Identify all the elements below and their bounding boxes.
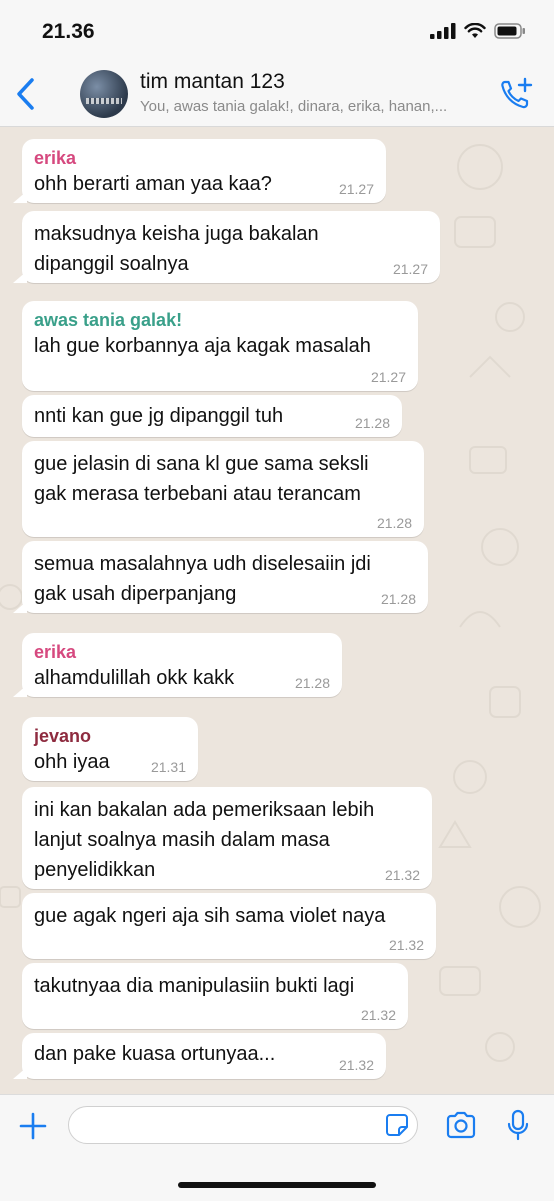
wifi-icon xyxy=(464,23,486,38)
message-input[interactable] xyxy=(68,1106,418,1144)
message-text: gue agak ngeri aja sih sama violet naya xyxy=(34,905,386,927)
chat-header: tim mantan 123 You, awas tania galak!, d… xyxy=(0,62,554,127)
message-time: 21.27 xyxy=(370,369,406,385)
message-text: maksudnya keisha juga bakalan xyxy=(34,223,319,245)
message-text: gue jelasin di sana kl gue sama seksli xyxy=(34,453,369,475)
message-text: semua masalahnya udh diselesaiin jdi xyxy=(34,553,371,575)
message-bubble[interactable]: awas tania galak! lah gue korbannya aja … xyxy=(22,301,418,391)
message-text: ini kan bakalan ada pemeriksaan lebih xyxy=(34,799,375,821)
message-text: ohh berarti aman yaa kaa? xyxy=(34,173,272,195)
message-bubble[interactable]: erika alhamdulillah okk kakk 21.28 xyxy=(13,633,342,697)
home-indicator[interactable] xyxy=(178,1182,376,1188)
voice-button[interactable] xyxy=(506,1109,530,1146)
back-button[interactable] xyxy=(14,76,38,117)
status-bar: 21.36 xyxy=(0,0,554,62)
message-text: lanjut soalnya masih dalam masa xyxy=(34,829,330,851)
group-members[interactable]: You, awas tania galak!, dinara, erika, h… xyxy=(140,98,485,115)
message-time: 21.32 xyxy=(360,1007,396,1023)
camera-icon xyxy=(446,1111,476,1139)
system-icons xyxy=(430,23,526,39)
message-time: 21.28 xyxy=(354,415,390,431)
message-time: 21.32 xyxy=(388,937,424,953)
message-bubble[interactable]: dan pake kuasa ortunyaa... 21.32 xyxy=(13,1033,386,1079)
message-text: gak merasa terbebani atau terancam xyxy=(34,483,361,505)
sticker-button[interactable] xyxy=(385,1113,409,1142)
message-text: penyelidikkan xyxy=(34,859,156,881)
signal-icon xyxy=(430,23,456,39)
sender-name: erika xyxy=(34,148,77,168)
message-text: nnti kan gue jg dipanggil tuh xyxy=(34,405,284,427)
message-text: dan pake kuasa ortunyaa... xyxy=(34,1043,276,1065)
message-bubble[interactable]: gue agak ngeri aja sih sama violet naya … xyxy=(22,893,436,959)
message-bubble[interactable]: semua masalahnya udh diselesaiin jdi gak… xyxy=(13,541,428,613)
microphone-icon xyxy=(507,1109,529,1141)
message-time: 21.31 xyxy=(150,759,186,775)
message-bubble[interactable]: erika ohh berarti aman yaa kaa? 21.27 xyxy=(13,139,386,203)
plus-icon xyxy=(19,1112,47,1140)
message-text: gak usah diperpanjang xyxy=(34,583,237,605)
camera-button[interactable] xyxy=(445,1111,477,1144)
message-time: 21.32 xyxy=(338,1057,374,1073)
message-bubble[interactable]: maksudnya keisha juga bakalan dipanggil … xyxy=(13,211,440,283)
battery-icon xyxy=(494,23,525,39)
group-avatar[interactable] xyxy=(80,70,128,118)
message-time: 21.27 xyxy=(392,261,428,277)
message-time: 21.32 xyxy=(384,867,420,883)
message-text: alhamdulillah okk kakk xyxy=(34,667,235,689)
sender-name: awas tania galak! xyxy=(34,310,183,330)
message-time: 21.28 xyxy=(376,515,412,531)
message-bubble[interactable]: jevano ohh iyaa 21.31 xyxy=(22,717,198,781)
message-time: 21.28 xyxy=(380,591,416,607)
message-time: 21.27 xyxy=(338,181,374,197)
clock: 21.36 xyxy=(42,20,95,43)
add-call-button[interactable] xyxy=(498,76,534,117)
chevron-left-icon xyxy=(17,78,34,110)
message-bubble[interactable]: ini kan bakalan ada pemeriksaan lebih la… xyxy=(22,787,432,889)
attach-button[interactable] xyxy=(18,1111,48,1146)
message-bubble[interactable]: takutnyaa dia manipulasiin bukti lagi 21… xyxy=(22,963,408,1029)
message-bubble[interactable]: nnti kan gue jg dipanggil tuh 21.28 xyxy=(22,395,402,437)
sticker-icon xyxy=(386,1114,408,1136)
phone-plus-icon xyxy=(501,77,533,109)
group-title[interactable]: tim mantan 123 xyxy=(140,70,285,94)
message-time: 21.28 xyxy=(294,675,330,691)
message-text: dipanggil soalnya xyxy=(34,253,189,275)
message-bubble[interactable]: gue jelasin di sana kl gue sama seksli g… xyxy=(22,441,424,537)
message-list[interactable]: erika ohh berarti aman yaa kaa? 21.27 ma… xyxy=(0,127,554,1094)
message-text: takutnyaa dia manipulasiin bukti lagi xyxy=(34,975,355,997)
sender-name: jevano xyxy=(34,726,92,746)
message-text: lah gue korbannya aja kagak masalah xyxy=(34,335,371,357)
sender-name: erika xyxy=(34,642,77,662)
